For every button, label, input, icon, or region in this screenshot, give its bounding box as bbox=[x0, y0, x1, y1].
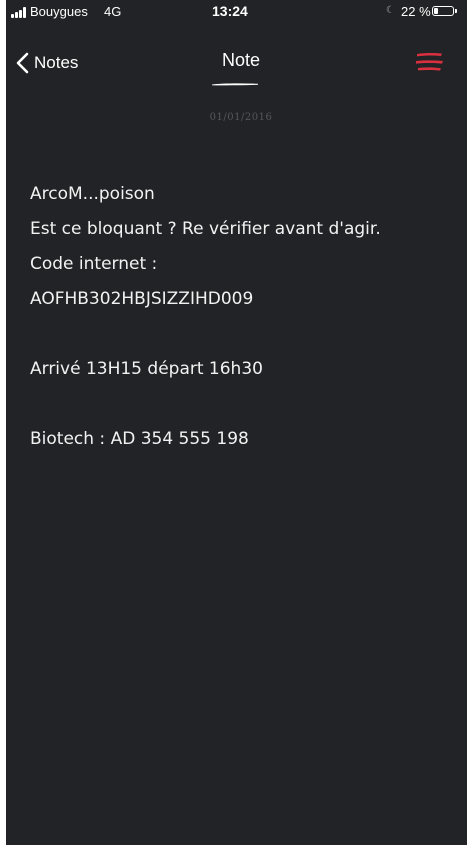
note-line: Arrivé 13H15 départ 16h30 bbox=[30, 359, 263, 379]
note-line: Code internet : bbox=[30, 254, 158, 274]
note-line: ArcoM...poison bbox=[30, 184, 155, 204]
note-screen: Bouygues 4G 13:24 ☾ 22 % Notes Note 01/0… bbox=[6, 0, 467, 845]
note-line: AOFHB302HBJSIZZIHD009 bbox=[30, 289, 254, 309]
status-time: 13:24 bbox=[212, 3, 248, 19]
battery-icon bbox=[432, 6, 454, 16]
note-line: Biotech : AD 354 555 198 bbox=[30, 429, 249, 449]
note-line: Est ce bloquant ? Re vérifier avant d'ag… bbox=[30, 219, 381, 239]
back-button-label: Notes bbox=[34, 53, 79, 72]
page-title: Note bbox=[221, 50, 261, 70]
title-brush-underline bbox=[212, 83, 258, 86]
back-button[interactable]: Notes bbox=[14, 48, 78, 78]
moon-icon: ☾ bbox=[386, 5, 395, 16]
chevron-left-icon bbox=[16, 52, 29, 74]
battery-percent: 22 % bbox=[401, 4, 431, 19]
battery-tip bbox=[455, 9, 457, 13]
signal-bars-icon bbox=[11, 7, 29, 18]
battery-level-fill bbox=[434, 8, 438, 14]
status-bar: Bouygues 4G 13:24 ☾ 22 % bbox=[6, 0, 467, 24]
note-date: 01/01/2016 bbox=[209, 112, 273, 123]
hamburger-menu-icon[interactable] bbox=[413, 47, 445, 77]
carrier-name: Bouygues bbox=[30, 4, 88, 19]
network-type: 4G bbox=[104, 4, 122, 19]
